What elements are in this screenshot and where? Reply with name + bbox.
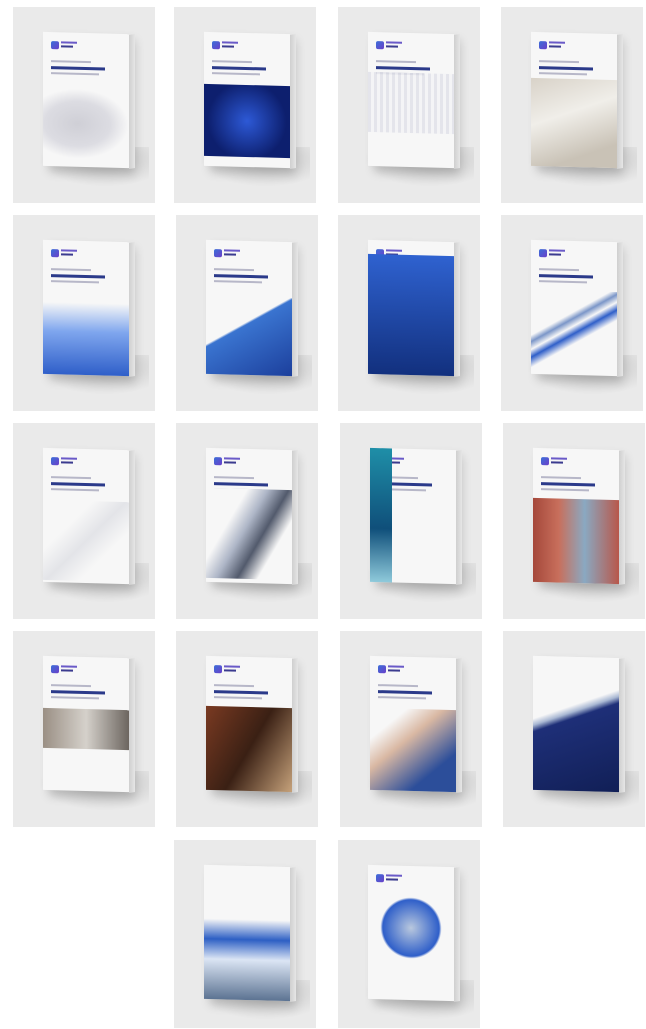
- book-tile[interactable]: [176, 631, 318, 827]
- publisher-logo: [214, 248, 240, 259]
- book-tile[interactable]: [174, 840, 316, 1028]
- cover-port-cranes[interactable]: [204, 864, 290, 1002]
- book-spine: [129, 657, 135, 793]
- cover-arrows-growth[interactable]: [531, 239, 617, 377]
- cover-justice-scales[interactable]: [206, 655, 292, 793]
- book-tile[interactable]: [13, 7, 155, 203]
- book-spine: [290, 33, 296, 169]
- cover-handshake-docs[interactable]: [531, 31, 617, 169]
- book-tile[interactable]: [338, 7, 480, 203]
- book-spine: [129, 449, 135, 585]
- book-spine: [617, 241, 623, 377]
- book-spine: [454, 33, 460, 169]
- publisher-logo: [51, 456, 77, 467]
- book-spine: [292, 241, 298, 377]
- cover-circle-photo[interactable]: [368, 864, 454, 1002]
- book-spine: [129, 33, 135, 169]
- cover-blue-network[interactable]: [204, 31, 290, 169]
- cover-world-map[interactable]: [368, 31, 454, 169]
- book-spine: [129, 241, 135, 377]
- cover-business-meeting[interactable]: [43, 655, 129, 793]
- book-spine: [292, 449, 298, 585]
- cover-blue-skyline[interactable]: [43, 239, 129, 377]
- book-tile[interactable]: [503, 631, 645, 827]
- book-spine: [619, 449, 625, 585]
- book-spine: [454, 866, 460, 1002]
- publisher-logo: [214, 456, 240, 467]
- publisher-logo: [376, 40, 402, 51]
- cover-teal-triangles[interactable]: [370, 447, 456, 585]
- book-spine: [456, 657, 462, 793]
- cover-dark-blue-city[interactable]: [368, 239, 454, 377]
- cover-handshake-blue[interactable]: [370, 655, 456, 793]
- book-spine: [619, 657, 625, 793]
- book-spine: [456, 449, 462, 585]
- book-tile[interactable]: [340, 631, 482, 827]
- book-tile[interactable]: [13, 631, 155, 827]
- publisher-logo: [376, 873, 402, 884]
- book-spine: [292, 657, 298, 793]
- book-spine: [290, 866, 296, 1002]
- book-tile[interactable]: [338, 215, 480, 411]
- cover-containers[interactable]: [533, 447, 619, 585]
- book-tile[interactable]: [503, 423, 645, 619]
- book-tile[interactable]: [338, 840, 480, 1028]
- publisher-logo: [541, 456, 567, 467]
- publisher-logo: [214, 664, 240, 675]
- book-spine: [617, 33, 623, 169]
- book-tile[interactable]: [501, 7, 643, 203]
- publisher-logo: [51, 664, 77, 675]
- book-tile[interactable]: [13, 423, 155, 619]
- book-tile[interactable]: [501, 215, 643, 411]
- book-tile[interactable]: [13, 215, 155, 411]
- publisher-logo: [539, 248, 565, 259]
- book-tile[interactable]: [176, 423, 318, 619]
- book-tile[interactable]: [174, 7, 316, 203]
- book-spine: [454, 241, 460, 377]
- cover-skyscraper[interactable]: [206, 447, 292, 585]
- book-tile[interactable]: [340, 423, 482, 619]
- cover-map-ukraine[interactable]: [43, 31, 129, 169]
- book-tile[interactable]: [176, 215, 318, 411]
- cover-glass-building[interactable]: [206, 239, 292, 377]
- publisher-logo: [51, 248, 77, 259]
- publisher-logo: [212, 40, 238, 51]
- cover-white-geometry[interactable]: [43, 447, 129, 585]
- publisher-logo: [539, 40, 565, 51]
- cover-navy-diagonal[interactable]: [533, 655, 619, 793]
- publisher-logo: [378, 664, 404, 675]
- publisher-logo: [51, 40, 77, 51]
